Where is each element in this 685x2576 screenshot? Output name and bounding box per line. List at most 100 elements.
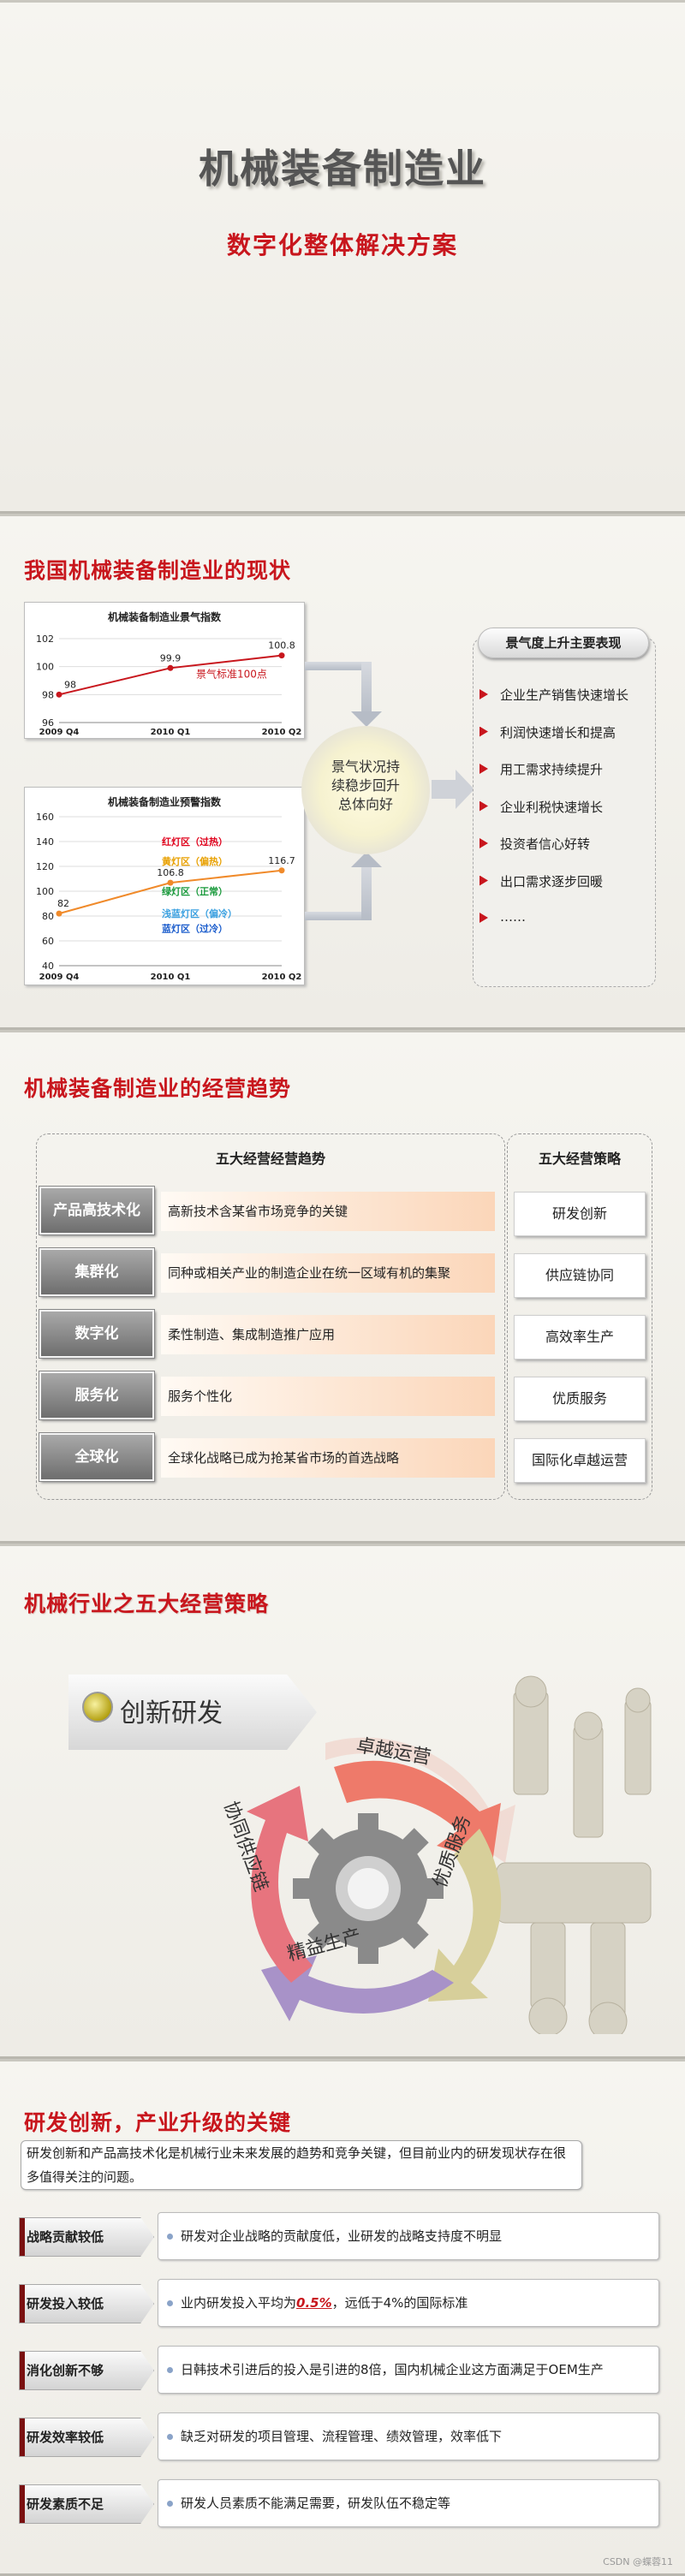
issue-tag: 研发素质不足: [19, 2484, 154, 2524]
connector-bottom: [305, 912, 370, 920]
x-tick-label: 2010 Q2: [262, 973, 302, 982]
indicator-item: 企业生产销售快速增长: [480, 686, 651, 723]
connector-top-down: [361, 662, 372, 717]
trend-row: 服务化 服务个性化: [39, 1368, 498, 1423]
trend-desc: 高新技术含某省市场竞争的关键: [161, 1192, 495, 1231]
strategy-box: 高效率生产: [514, 1315, 646, 1359]
slide-heading: 我国机械装备制造业的现状: [24, 558, 292, 583]
trend-row: 集群化 同种或相关产业的制造企业在统一区域有机的集聚: [39, 1245, 498, 1300]
bullet-dot-icon: [167, 2501, 173, 2507]
main-subtitle: 数字化整体解决方案: [226, 231, 458, 259]
issue-tag-label: 研发投入较低: [27, 2296, 104, 2311]
indicator-item-label: ……: [500, 909, 526, 925]
tag-bar: [20, 2218, 25, 2256]
strategy-box: 研发创新: [514, 1192, 646, 1236]
x-tick-label: 2009 Q4: [39, 728, 80, 737]
issue-desc-text: 缺乏对研发的项目管理、流程管理、绩效管理，效率低下: [181, 2429, 503, 2444]
trend-row: 数字化 柔性制造、集成制造推广应用: [39, 1306, 498, 1361]
issue-tag-label: 研发素质不足: [27, 2496, 104, 2512]
bullet-arrow-icon: [480, 800, 488, 812]
y-tick-label: 80: [42, 911, 54, 922]
indicator-item-label: 投资者信心好转: [500, 836, 591, 852]
issue-row: 研发素质不足 研发人员素质不能满足需要，研发队伍不稳定等: [19, 2479, 659, 2527]
chart-prosperity: 机械装备制造业景气指数 102 100 98 96 2009 Q4 2010 Q1 2010…: [24, 602, 305, 739]
trend-desc: 服务个性化: [161, 1377, 495, 1416]
zone-label: 黄灯区（偏热）: [162, 855, 228, 867]
trend-row: 全球化 全球化战略已成为抢某省市场的首选战略: [39, 1430, 498, 1484]
indicator-item-label: 企业利税快速增长: [500, 799, 604, 815]
trend-desc: 柔性制造、集成制造推广应用: [161, 1315, 495, 1354]
data-point: [56, 691, 63, 698]
indicator-item: 投资者信心好转: [480, 835, 651, 872]
trend-label: 数字化: [39, 1309, 155, 1359]
issue-tag: 战略贡献较低: [19, 2217, 154, 2257]
issue-desc: 研发人员素质不能满足需要，研发队伍不稳定等: [158, 2479, 659, 2527]
y-tick-label: 120: [36, 861, 54, 872]
tag-bar: [20, 2485, 25, 2523]
issue-row: 战略贡献较低 研发对企业战略的贡献度低，业研发的战略支持度不明显: [19, 2212, 659, 2260]
issue-desc-text: 日韩技术引进后的投入是引进的8倍，国内机械企业这方面满足于OEM生产: [181, 2362, 604, 2377]
indicator-item-label: 出口需求逐步回暖: [500, 873, 604, 889]
bullet-arrow-icon: [480, 764, 488, 774]
y-tick-label: 100: [36, 886, 54, 897]
data-label: 99.9: [160, 652, 182, 663]
annotation-label: 景气标准100点: [196, 668, 267, 681]
bullet-arrow-icon: [480, 838, 488, 848]
strategy-box: 供应链协同: [514, 1253, 646, 1298]
trend-row: 产品高技术化 高新技术含某省市场竞争的关键: [39, 1183, 498, 1238]
main-title: 机械装备制造业: [199, 146, 486, 192]
y-tick-label: 40: [42, 961, 54, 972]
slide-heading: 机械行业之五大经营策略: [24, 1591, 270, 1616]
bullet-dot-icon: [167, 2234, 173, 2240]
intro-text: 研发创新和产品高技术化是机械行业未来发展的趋势和竞争关键，但目前业内的研发现状存…: [21, 2140, 582, 2190]
slide-rnd: 研发创新，产业升级的关键 研发创新和产品高技术化是机械行业未来发展的趋势和竞争关…: [0, 2059, 685, 2576]
data-point: [167, 879, 174, 886]
trend-label: 全球化: [39, 1432, 155, 1482]
indicator-item-label: 企业生产销售快速增长: [500, 687, 629, 703]
trend-desc: 全球化战略已成为抢某省市场的首选战略: [161, 1438, 495, 1478]
slide-five-strategies: 机械行业之五大经营策略 卓越运营 优质服务 精益生产 协同供应链 创新研发: [0, 1544, 685, 2059]
y-tick-label: 98: [42, 689, 54, 700]
y-tick-label: 100: [36, 662, 54, 673]
strategy-box: 优质服务: [514, 1377, 646, 1421]
trends-heading: 五大经营经营趋势: [215, 1151, 325, 1167]
issue-desc-emphasis: 0.5%: [296, 2295, 332, 2311]
indicator-item: ……: [480, 909, 651, 947]
slide-title: 机械装备制造业 数字化整体解决方案: [0, 0, 685, 514]
data-label: 98: [64, 679, 76, 690]
trend-label: 集群化: [39, 1247, 155, 1297]
bullet-dot-icon: [167, 2367, 173, 2373]
issue-desc-text: ，远低于4%的国际标准: [331, 2295, 468, 2311]
zone-label: 红灯区（过热）: [162, 836, 228, 848]
trend-label: 产品高技术化: [39, 1186, 155, 1235]
tag-bar: [20, 2285, 25, 2323]
chart-prosperity-plot: 10210098962009 Q4 2010 Q1 2010 Q29899.9100…: [36, 634, 302, 737]
issue-desc: 日韩技术引进后的投入是引进的8倍，国内机械企业这方面满足于OEM生产: [158, 2346, 659, 2394]
issue-row: 消化创新不够 日韩技术引进后的投入是引进的8倍，国内机械企业这方面满足于OEM生产: [19, 2346, 659, 2394]
trend-label: 服务化: [39, 1371, 155, 1420]
indicator-item: 出口需求逐步回暖: [480, 872, 651, 910]
bullet-arrow-icon: [480, 689, 488, 699]
data-label: 106.8: [157, 867, 184, 878]
data-label: 100.8: [268, 640, 295, 651]
data-point: [278, 652, 285, 659]
y-tick-label: 140: [36, 836, 54, 848]
indicator-item-label: 用工需求持续提升: [500, 762, 604, 777]
x-tick-label: 2009 Q4: [39, 973, 80, 982]
arrow-right-icon: [432, 770, 474, 809]
slide-status: 我国机械装备制造业的现状 机械装备制造业景气指数 102 100 98 96 2009 …: [0, 514, 685, 1030]
chart-warning: 机械装备制造业预警指数 160 140 120 100 80 60 40 红灯区（过热） 黄灯区…: [24, 787, 305, 985]
bullet-arrow-icon: [480, 875, 488, 886]
issue-tag-label: 消化创新不够: [27, 2363, 104, 2378]
slide-heading: 机械装备制造业的经营趋势: [24, 1076, 292, 1101]
bullet-dot-icon: [167, 2434, 173, 2440]
zone-label: 浅蓝灯区（偏冷）: [162, 907, 237, 919]
issue-row: 研发效率较低 缺乏对研发的项目管理、流程管理、绩效管理，效率低下: [19, 2412, 659, 2460]
issue-desc-text: 研发对企业战略的贡献度低，业研发的战略支持度不明显: [181, 2228, 503, 2244]
x-tick-label: 2010 Q2: [262, 728, 302, 737]
watermark: CSDN @蝶蓉11: [603, 2556, 673, 2567]
issue-desc: 缺乏对研发的项目管理、流程管理、绩效管理，效率低下: [158, 2412, 659, 2460]
bullet-dot-icon: [167, 2300, 173, 2306]
bullet-arrow-icon: [480, 913, 488, 923]
indicator-item: 企业利税快速增长: [480, 798, 651, 836]
